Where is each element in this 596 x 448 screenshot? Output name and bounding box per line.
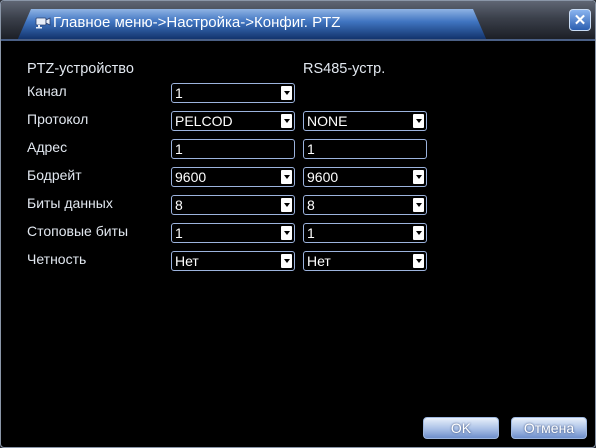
chevron-down-icon[interactable] [281,226,292,240]
ptz-stop-bits-select[interactable]: 1 [171,223,295,243]
chevron-down-icon[interactable] [413,254,424,268]
ptz-stop-bits-value: 1 [175,225,183,241]
ptz-device-header: PTZ-устройство [27,61,134,77]
rs485-address-input[interactable]: 1 [303,139,427,159]
ptz-config-window: Главное меню->Настройка->Конфиг. PTZ ✕ P… [0,0,596,448]
rs485-protocol-value: NONE [307,113,348,129]
ptz-data-bits-select[interactable]: 8 [171,195,295,215]
close-button[interactable]: ✕ [569,9,591,31]
ptz-parity-value: Нет [175,253,199,269]
title-separator [1,39,595,41]
ptz-address-value: 1 [175,141,183,157]
cancel-button[interactable]: Отмена [511,417,587,439]
ptz-parity-select[interactable]: Нет [171,251,295,271]
protocol-label: Протокол [27,111,89,127]
chevron-down-icon[interactable] [413,170,424,184]
camera-icon [35,17,51,29]
rs485-data-bits-select[interactable]: 8 [303,195,427,215]
ptz-data-bits-value: 8 [175,197,183,213]
ptz-address-input[interactable]: 1 [171,139,295,159]
ptz-protocol-select[interactable]: PELCOD [171,111,295,131]
parity-label: Четность [27,251,87,267]
rs485-protocol-select[interactable]: NONE [303,111,427,131]
close-icon: ✕ [573,12,587,29]
data-bits-label: Биты данных [27,195,113,211]
window-title: Главное меню->Настройка->Конфиг. PTZ [53,14,341,31]
chevron-down-icon[interactable] [413,114,424,128]
baudrate-label: Бодрейт [27,167,82,183]
channel-label: Канал [27,83,67,99]
rs485-baudrate-value: 9600 [307,169,339,185]
rs485-device-header: RS485-устр. [303,61,386,77]
rs485-stop-bits-select[interactable]: 1 [303,223,427,243]
ptz-protocol-value: PELCOD [175,113,233,129]
ptz-baudrate-value: 9600 [175,169,207,185]
rs485-stop-bits-value: 1 [307,225,315,241]
title-bar: Главное меню->Настройка->Конфиг. PTZ ✕ [1,1,595,41]
ok-button[interactable]: OK [423,417,499,439]
rs485-parity-select[interactable]: Нет [303,251,427,271]
rs485-data-bits-value: 8 [307,197,315,213]
channel-select[interactable]: 1 [171,83,295,103]
rs485-parity-value: Нет [307,253,331,269]
ptz-baudrate-select[interactable]: 9600 [171,167,295,187]
chevron-down-icon[interactable] [281,170,292,184]
rs485-baudrate-select[interactable]: 9600 [303,167,427,187]
address-label: Адрес [27,139,68,155]
chevron-down-icon[interactable] [281,254,292,268]
channel-value: 1 [175,85,183,101]
rs485-address-value: 1 [307,141,315,157]
chevron-down-icon[interactable] [281,114,292,128]
stop-bits-label: Стоповые биты [27,223,129,239]
chevron-down-icon[interactable] [281,86,292,100]
chevron-down-icon[interactable] [413,226,424,240]
chevron-down-icon[interactable] [413,198,424,212]
chevron-down-icon[interactable] [281,198,292,212]
